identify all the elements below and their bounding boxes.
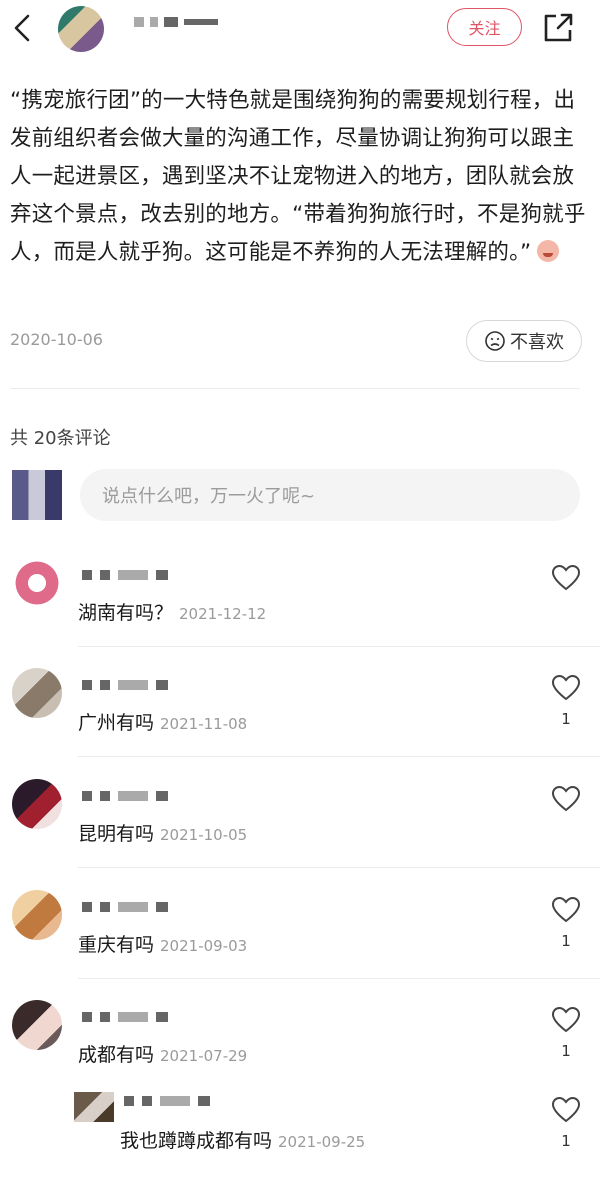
name-mosaic-block <box>100 902 110 912</box>
comment-text[interactable]: 我也蹲蹲成都有吗 2021-09-25 <box>120 1126 365 1153</box>
sad-face-icon <box>485 331 505 351</box>
like-count: 1 <box>561 1042 571 1060</box>
post-body: “携宠旅行团”的一大特色就是围绕狗狗的需要规划行程，出发前组织者会做大量的沟通工… <box>10 82 586 272</box>
commenter-avatar[interactable] <box>12 558 62 608</box>
divider <box>78 646 600 647</box>
comment-text[interactable]: 重庆有吗 2021-09-03 <box>78 930 247 957</box>
name-mosaic-block <box>124 1096 134 1106</box>
author-avatar[interactable] <box>58 6 104 52</box>
comment-text[interactable]: 湖南有吗？ 2021-12-12 <box>78 598 266 625</box>
comment-time: 2021-12-12 <box>179 605 267 623</box>
name-mosaic-block <box>160 1096 190 1106</box>
commenter-avatar[interactable] <box>12 779 62 829</box>
commenter-avatar[interactable] <box>12 668 62 718</box>
comment-time: 2021-07-29 <box>160 1047 248 1065</box>
follow-button[interactable]: 关注 <box>447 8 522 46</box>
name-mosaic-block <box>100 570 110 580</box>
commenter-name-blurred[interactable] <box>82 1010 168 1024</box>
like-count: 1 <box>561 932 571 950</box>
name-mosaic-block <box>82 791 92 801</box>
name-mosaic-block <box>118 902 148 912</box>
comment-time: 2021-11-08 <box>160 715 248 733</box>
heart-icon[interactable] <box>551 564 581 592</box>
name-mosaic-block <box>82 1012 92 1022</box>
comment-text[interactable]: 昆明有吗 2021-10-05 <box>78 819 247 846</box>
name-mosaic-block <box>156 791 168 801</box>
name-mosaic-block <box>82 902 92 912</box>
comment-time: 2021-09-03 <box>160 937 248 955</box>
comment-body: 重庆有吗 <box>78 934 155 956</box>
comment-body: 昆明有吗 <box>78 823 155 845</box>
name-mosaic-block <box>118 570 148 580</box>
name-mosaic-block <box>142 1096 152 1106</box>
author-name-blurred[interactable] <box>134 14 226 30</box>
top-bar: 关注 <box>0 0 600 60</box>
share-icon[interactable] <box>540 10 576 46</box>
commenter-name-blurred[interactable] <box>82 678 168 692</box>
dislike-label: 不喜欢 <box>510 332 564 353</box>
heart-icon[interactable] <box>551 785 581 813</box>
comment-body: 广州有吗 <box>78 712 155 734</box>
commenter-name-blurred[interactable] <box>82 789 168 803</box>
post-date: 2020-10-06 <box>10 330 103 349</box>
commenter-avatar[interactable] <box>74 1092 114 1122</box>
like-count: 1 <box>561 710 571 728</box>
comment-body: 湖南有吗？ <box>78 602 174 624</box>
name-mosaic-block <box>118 1012 148 1022</box>
comment-count: 共 20条评论 <box>10 428 111 449</box>
name-mosaic-block <box>82 570 92 580</box>
back-icon[interactable] <box>8 10 36 46</box>
commenter-name-blurred[interactable] <box>82 568 168 582</box>
name-mosaic-block <box>156 680 168 690</box>
smile-emoji-icon <box>537 240 560 262</box>
name-mosaic-block <box>100 1012 110 1022</box>
comment-time: 2021-09-25 <box>278 1133 366 1151</box>
name-mosaic-block <box>118 791 148 801</box>
name-mosaic-block <box>198 1096 210 1106</box>
name-mosaic-block <box>156 570 168 580</box>
name-mosaic-block <box>156 902 168 912</box>
name-mosaic-block <box>100 680 110 690</box>
like-count: 1 <box>561 1132 571 1150</box>
comment-body: 我也蹲蹲成都有吗 <box>120 1130 273 1152</box>
divider <box>78 867 600 868</box>
name-mosaic-block <box>118 680 148 690</box>
commenter-name-blurred[interactable] <box>124 1094 210 1108</box>
commenter-avatar[interactable] <box>12 1000 62 1050</box>
heart-icon[interactable] <box>551 1006 581 1034</box>
name-mosaic-block <box>82 680 92 690</box>
dislike-button[interactable]: 不喜欢 <box>466 320 582 362</box>
commenter-name-blurred[interactable] <box>82 900 168 914</box>
divider <box>78 756 600 757</box>
comment-text[interactable]: 成都有吗 2021-07-29 <box>78 1040 247 1067</box>
post-text: “携宠旅行团”的一大特色就是围绕狗狗的需要规划行程，出发前组织者会做大量的沟通工… <box>10 88 586 265</box>
comment-input[interactable]: 说点什么吧，万一火了呢~ <box>80 469 580 521</box>
divider <box>78 978 600 979</box>
heart-icon[interactable] <box>551 896 581 924</box>
comment-time: 2021-10-05 <box>160 826 248 844</box>
heart-icon[interactable] <box>551 1096 581 1124</box>
heart-icon[interactable] <box>551 674 581 702</box>
commenter-avatar[interactable] <box>12 890 62 940</box>
divider <box>10 388 580 389</box>
comment-text[interactable]: 广州有吗 2021-11-08 <box>78 708 247 735</box>
name-mosaic-block <box>156 1012 168 1022</box>
my-avatar <box>12 470 62 520</box>
comment-body: 成都有吗 <box>78 1044 155 1066</box>
name-mosaic-block <box>100 791 110 801</box>
